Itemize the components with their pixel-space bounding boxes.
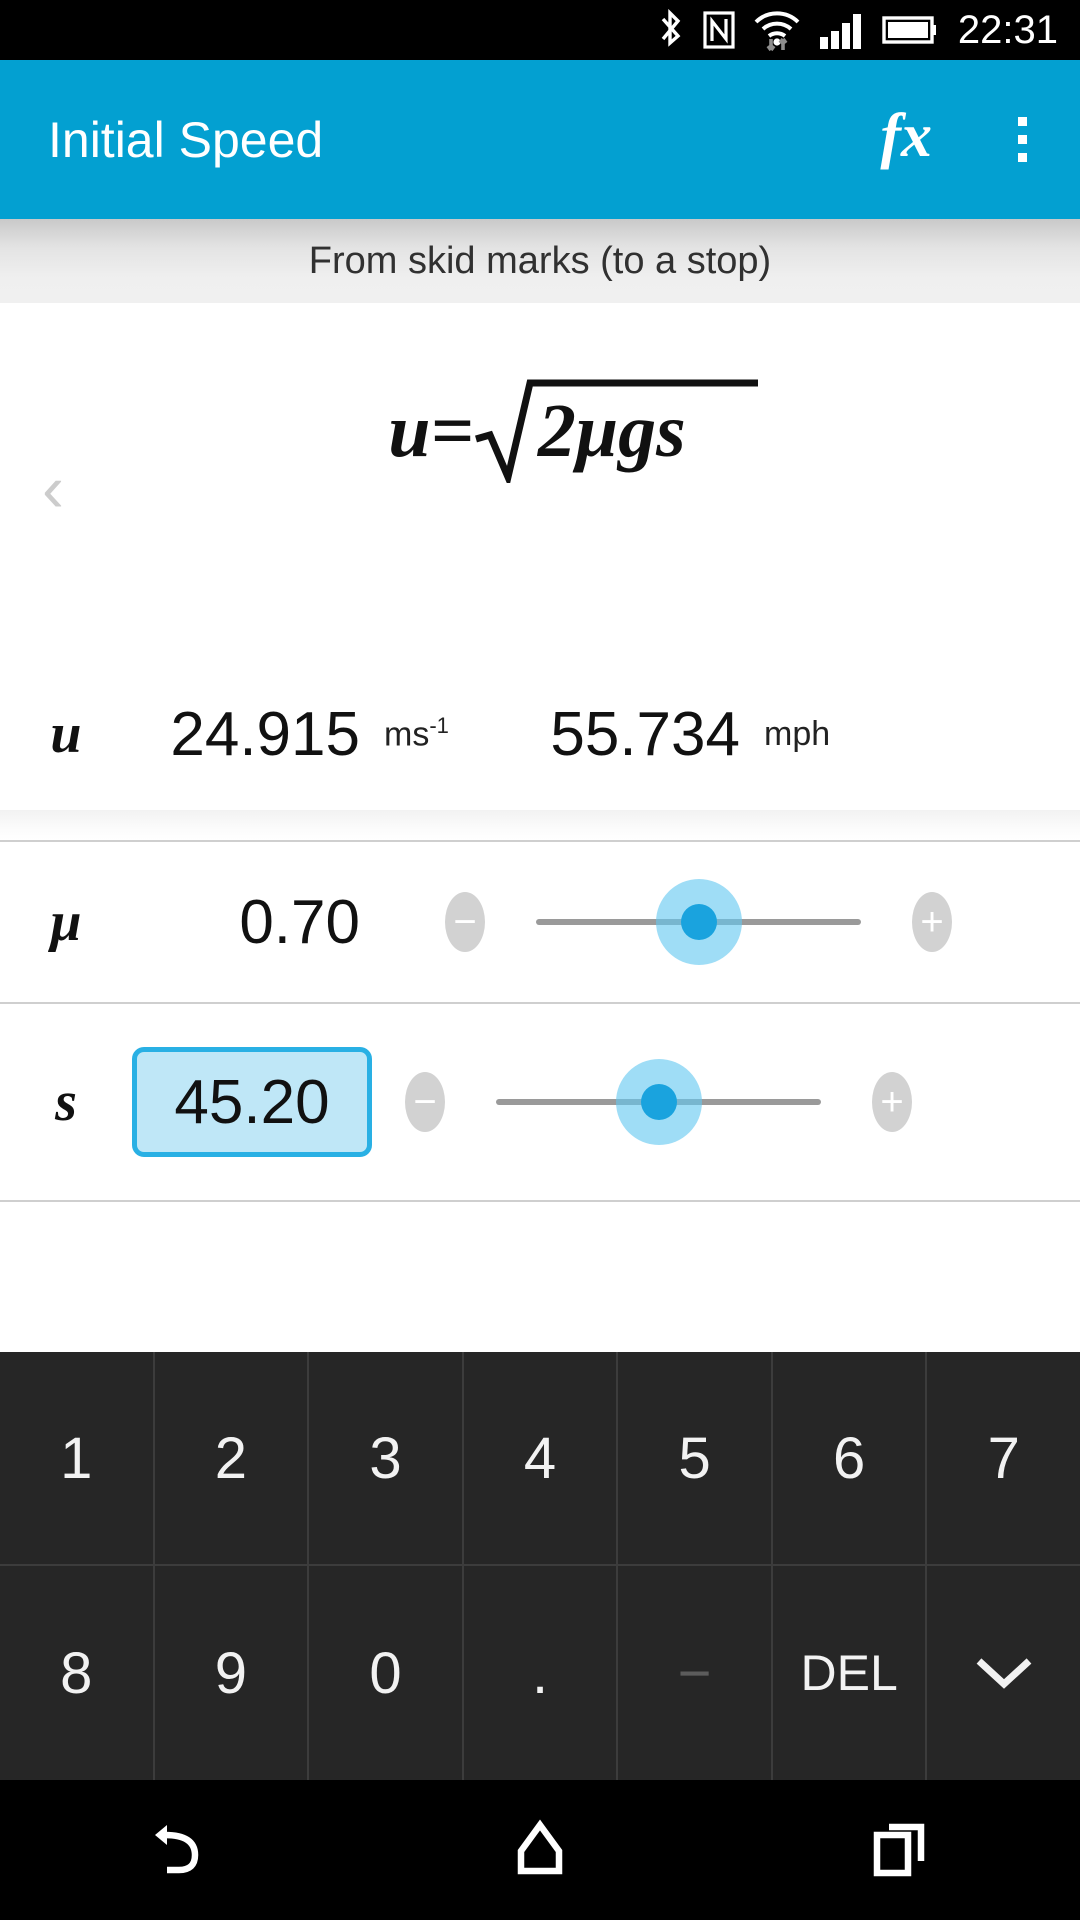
result-row-shadow (0, 810, 1080, 840)
key-hide-keyboard[interactable] (927, 1566, 1080, 1780)
bluetooth-icon (656, 9, 686, 51)
slider-thumb-dot (680, 904, 717, 940)
input-value-mu[interactable]: 0.70 (132, 887, 360, 958)
android-nav-bar (0, 1780, 1080, 1920)
overflow-dot (1017, 153, 1027, 162)
key-0[interactable]: 0 (309, 1566, 464, 1780)
square-root-icon: 2μgs (474, 379, 758, 483)
formula-subtitle-bar: From skid marks (to a stop) (0, 219, 1080, 303)
slider-thumb-dot (640, 1084, 677, 1120)
home-icon (507, 1813, 573, 1888)
key-delete[interactable]: DEL (772, 1566, 928, 1780)
back-icon (145, 1813, 215, 1888)
formula-display: u= 2μgs (0, 379, 1080, 483)
battery-icon (882, 9, 938, 51)
slider-mu[interactable] (536, 879, 861, 965)
plus-icon: + (920, 900, 944, 944)
nav-back-button[interactable] (90, 1780, 270, 1920)
row-divider (0, 1200, 1080, 1202)
result-value-imperial: 55.734 (550, 699, 740, 769)
slider-s[interactable] (496, 1059, 821, 1145)
increment-button-s[interactable]: + (861, 1071, 923, 1133)
input-field-s[interactable]: 45.20 (132, 1047, 372, 1157)
minus-icon: − (453, 900, 477, 944)
result-symbol: u (50, 703, 82, 765)
key-8[interactable]: 8 (0, 1566, 155, 1780)
key-7[interactable]: 7 (927, 1352, 1080, 1566)
result-unit-metric-base: ms (384, 715, 430, 754)
phone-screen: 22:31 Initial Speed fx From skid marks (… (0, 0, 1080, 1920)
input-symbol-mu: μ (50, 891, 82, 953)
minus-icon: − (413, 1080, 437, 1124)
result-value-metric: 24.915 (170, 699, 360, 769)
result-row-u: u 24.915 ms-1 55.734 mph (0, 658, 1080, 810)
key-2[interactable]: 2 (154, 1352, 310, 1566)
overflow-dot (1017, 117, 1027, 126)
keypad-row-1: 1 2 3 4 5 6 7 (0, 1352, 1080, 1566)
formula-lhs: u= (388, 389, 474, 473)
formula-area: ‹ u= 2μgs (0, 303, 1080, 658)
key-3[interactable]: 3 (309, 1352, 464, 1566)
input-row-s: s 45.20 − + (0, 1004, 1080, 1200)
key-5[interactable]: 5 (618, 1352, 773, 1566)
nav-recents-button[interactable] (810, 1780, 990, 1920)
decrement-button-s[interactable]: − (394, 1071, 456, 1133)
key-4[interactable]: 4 (463, 1352, 619, 1566)
page-title: Initial Speed (48, 111, 324, 168)
input-row-mu: μ 0.70 − + (0, 842, 1080, 1002)
status-bar: 22:31 (0, 0, 1080, 60)
nfc-icon (702, 9, 736, 51)
input-symbol-s: s (55, 1071, 77, 1133)
formula-fx-icon[interactable]: fx (880, 105, 932, 175)
wifi-icon (752, 8, 802, 52)
numeric-keypad: 1 2 3 4 5 6 7 8 9 0 . − DEL (0, 1352, 1080, 1780)
recents-icon (865, 1813, 935, 1888)
overflow-menu-icon[interactable] (994, 95, 1050, 185)
decrement-button-mu[interactable]: − (434, 891, 496, 953)
plus-icon: + (880, 1080, 904, 1124)
chevron-down-icon (973, 1653, 1035, 1693)
overflow-dot (1017, 135, 1027, 144)
key-1[interactable]: 1 (0, 1352, 155, 1566)
nav-home-button[interactable] (450, 1780, 630, 1920)
status-bar-clock: 22:31 (957, 8, 1058, 52)
slider-thumb-mu[interactable] (655, 879, 742, 965)
signal-icon (818, 9, 866, 51)
result-unit-metric: ms-1 (360, 713, 510, 754)
slider-thumb-s[interactable] (615, 1059, 702, 1145)
result-unit-metric-exponent: -1 (429, 713, 449, 739)
app-bar: Initial Speed fx (0, 60, 1080, 219)
increment-button-mu[interactable]: + (901, 891, 963, 953)
key-decimal[interactable]: . (463, 1566, 619, 1780)
key-6[interactable]: 6 (772, 1352, 928, 1566)
key-minus[interactable]: − (618, 1566, 773, 1780)
key-9[interactable]: 9 (154, 1566, 310, 1780)
formula-subtitle: From skid marks (to a stop) (308, 239, 772, 282)
keypad-row-2: 8 9 0 . − DEL (0, 1566, 1080, 1780)
result-unit-imperial: mph (764, 714, 831, 753)
